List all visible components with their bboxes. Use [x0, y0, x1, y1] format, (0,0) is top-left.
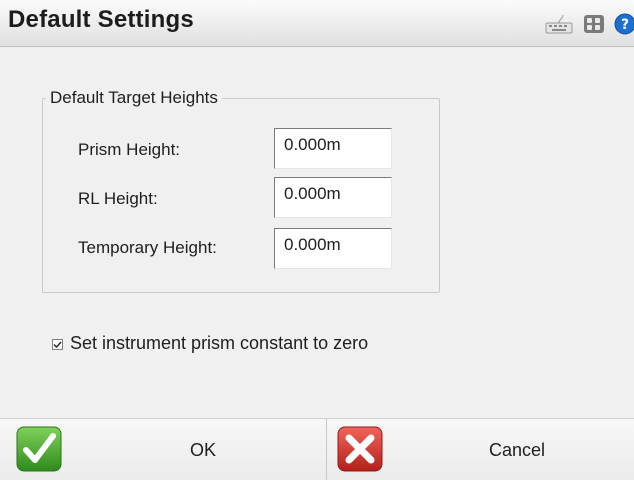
ok-button-label: OK: [190, 440, 217, 460]
button-bar: OK Cancel: [0, 418, 634, 480]
close-icon: [337, 426, 383, 472]
temporary-height-label: Temporary Height:: [78, 238, 217, 257]
ok-button[interactable]: OK: [0, 419, 327, 480]
cancel-button[interactable]: Cancel: [327, 419, 634, 480]
prism-constant-checkbox[interactable]: [52, 339, 63, 350]
help-icon[interactable]: ?: [614, 13, 634, 35]
prism-constant-label: Set instrument prism constant to zero: [70, 333, 369, 353]
title-bar: Default Settings ?: [0, 0, 634, 47]
checkmark-icon: [16, 426, 62, 472]
rl-height-input[interactable]: 0.000m: [274, 177, 392, 218]
page-title: Default Settings: [8, 6, 194, 33]
svg-text:?: ?: [621, 17, 629, 33]
grid-icon[interactable]: [583, 14, 605, 34]
rl-height-label: RL Height:: [78, 189, 158, 208]
prism-height-input[interactable]: 0.000m: [274, 128, 392, 169]
keyboard-icon[interactable]: [545, 14, 573, 34]
cancel-button-label: Cancel: [489, 440, 546, 460]
group-legend: Default Target Heights: [46, 88, 222, 108]
temporary-height-input[interactable]: 0.000m: [274, 228, 392, 269]
prism-height-label: Prism Height:: [78, 140, 181, 159]
default-settings-window: Default Settings ? Default Target Height…: [0, 0, 634, 480]
